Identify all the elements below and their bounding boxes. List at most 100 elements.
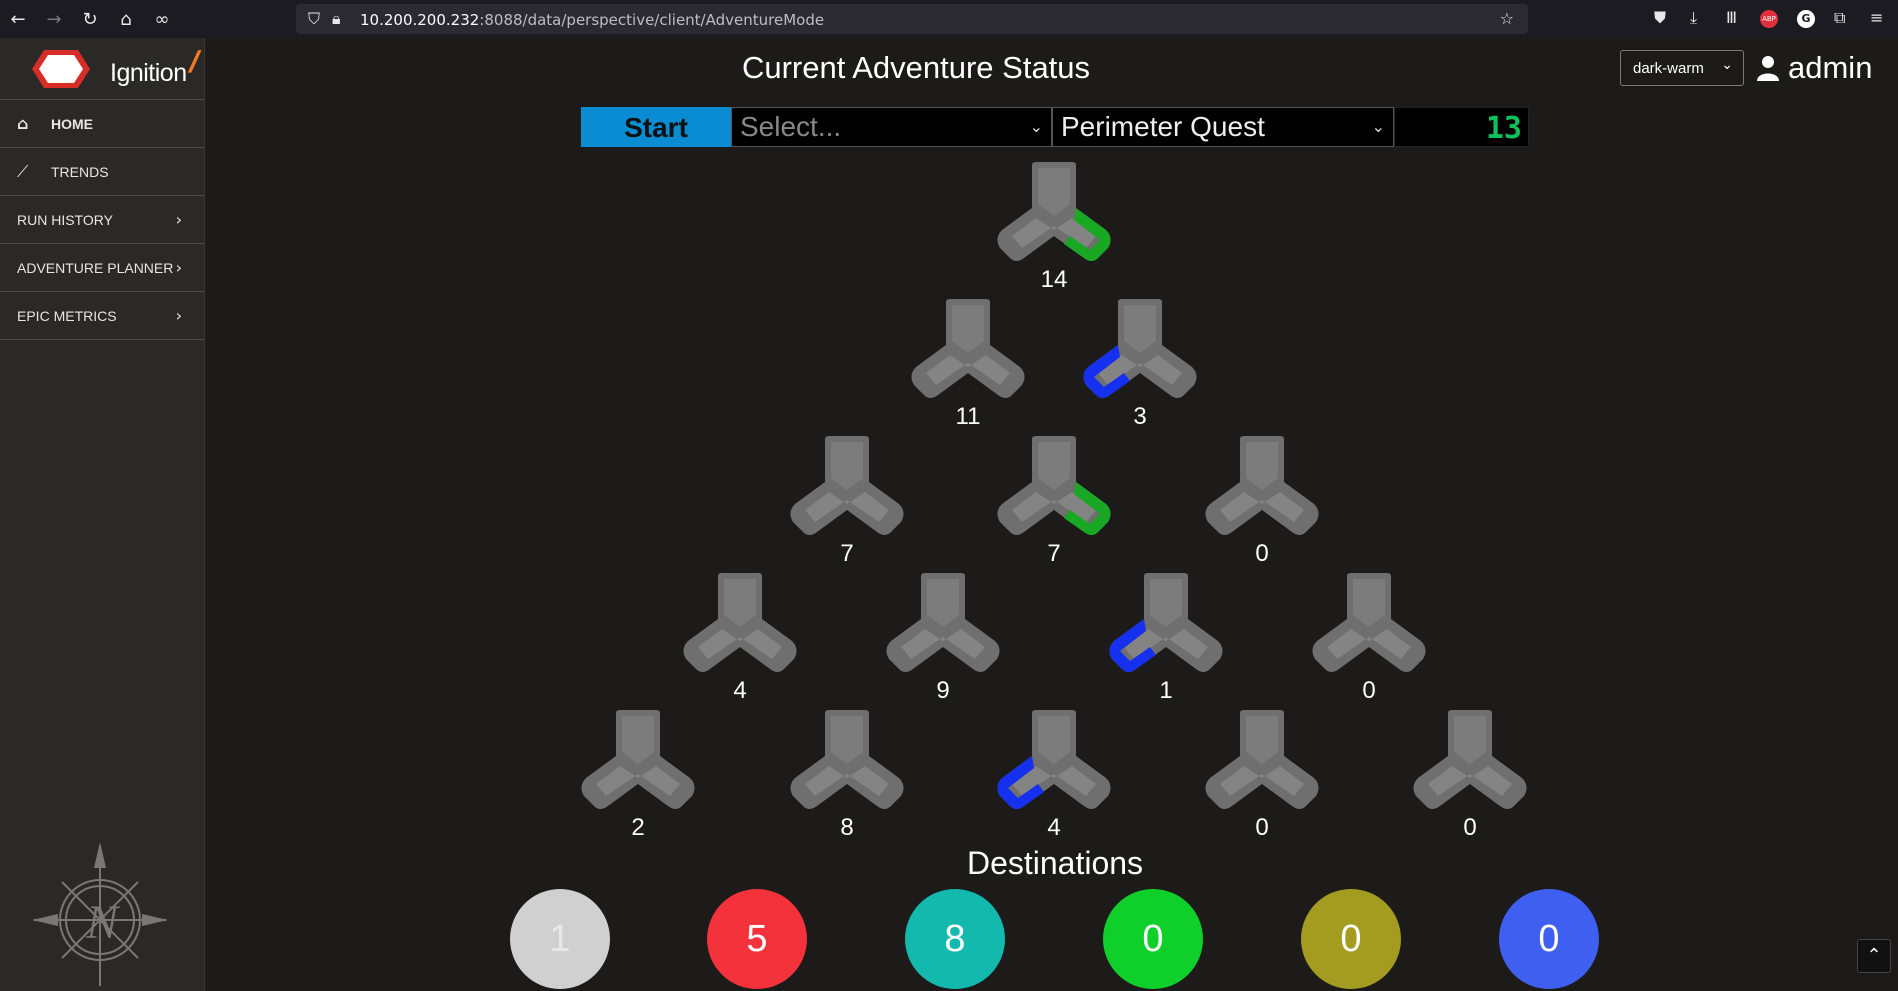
pocket-icon[interactable]: ⛊ <box>1654 8 1666 28</box>
splitter-node[interactable]: 11 <box>908 297 1028 430</box>
splitter-node[interactable]: 0 <box>1202 708 1322 841</box>
destination-circle: 0 <box>1301 889 1401 989</box>
sidebar-item-label: ADVENTURE PLANNER <box>17 259 174 276</box>
splitter-icon <box>997 710 1111 809</box>
splitter-node[interactable]: 14 <box>994 160 1114 293</box>
svg-text:N: N <box>85 896 121 949</box>
sidebar-item-label: RUN HISTORY <box>17 211 113 228</box>
bookmark-star-icon[interactable]: ☆ <box>1500 9 1514 28</box>
back-icon[interactable]: ← <box>0 0 36 38</box>
splitter-node[interactable]: 0 <box>1202 434 1322 567</box>
shield-icon[interactable]: ⛉ <box>308 9 320 29</box>
splitter-node[interactable]: 4 <box>994 708 1114 841</box>
sidebar-item-home[interactable]: ⌂ HOME <box>0 100 204 148</box>
node-count: 7 <box>840 540 854 567</box>
destinations-title: Destinations <box>966 845 1144 881</box>
sidebar-item-label: EPIC METRICS <box>17 307 117 324</box>
forward-icon[interactable]: → <box>36 0 72 38</box>
splitter-node[interactable]: 7 <box>787 434 907 567</box>
node-count: 3 <box>1133 403 1147 430</box>
splitter-icon <box>790 710 904 809</box>
splitter-node[interactable]: 4 <box>680 571 800 704</box>
splitter-icon <box>1205 436 1319 535</box>
splitter-icon <box>581 710 695 809</box>
node-count: 2 <box>631 814 645 841</box>
splitter-icon <box>1109 573 1223 672</box>
user-name[interactable]: admin <box>1788 50 1872 86</box>
chevron-down-icon: ⌄ <box>1371 117 1385 136</box>
lock-icon: 🔒︎ <box>332 9 341 28</box>
destination-circle: 8 <box>905 889 1005 989</box>
chevron-down-icon: ⌄ <box>1029 117 1043 136</box>
splitter-node[interactable]: 0 <box>1309 571 1429 704</box>
sidebar-item-label: TRENDS <box>51 163 109 180</box>
splitter-icon <box>886 573 1000 672</box>
splitter-node[interactable]: 8 <box>787 708 907 841</box>
sidebar-item-run-history[interactable]: RUN HISTORY › <box>0 196 204 244</box>
quest-select[interactable]: Perimeter Quest ⌄ <box>1052 107 1394 147</box>
quest-select-value: Perimeter Quest <box>1061 111 1265 142</box>
splitter-node[interactable]: 3 <box>1080 297 1200 430</box>
node-count: 0 <box>1362 677 1376 704</box>
ignition-logo-text: Ignition <box>110 59 187 87</box>
compass-icon: N <box>32 842 168 986</box>
splitter-node[interactable]: 7 <box>994 434 1114 567</box>
splitter-node[interactable]: 1 <box>1106 571 1226 704</box>
theme-select[interactable]: dark-warm ⌄ <box>1620 50 1744 86</box>
node-count: 4 <box>733 677 747 704</box>
reload-icon[interactable]: ↻ <box>72 0 108 38</box>
node-count: 7 <box>1047 540 1061 567</box>
download-icon[interactable]: ⤓ <box>1690 8 1697 28</box>
splitter-icon <box>997 436 1111 535</box>
destination-circle: 0 <box>1103 889 1203 989</box>
url-bar[interactable]: ⛉ 🔒︎ 10.200.200.232:8088/data/perspectiv… <box>296 4 1528 34</box>
node-count: 0 <box>1255 540 1269 567</box>
menu-icon[interactable]: ≡ <box>1870 8 1883 27</box>
splitter-icon <box>1413 710 1527 809</box>
adventure-select[interactable]: Select... ⌄ <box>731 107 1052 147</box>
infinity-icon[interactable]: ∞ <box>144 0 180 38</box>
splitter-icon <box>997 162 1111 261</box>
lcd-value: 13 <box>1485 111 1522 146</box>
grammarly-icon[interactable]: G <box>1797 10 1815 28</box>
destination-circle: 1 <box>510 889 610 989</box>
page-title: Current Adventure Status <box>741 50 1091 85</box>
splitter-node[interactable]: 0 <box>1410 708 1530 841</box>
sidebar-item-epic-metrics[interactable]: EPIC METRICS › <box>0 292 204 340</box>
sidebar: Ignition / ⌂ HOME ⟋ TRENDS RUN HISTORY ›… <box>0 38 205 991</box>
splitter-node[interactable]: 2 <box>578 708 698 841</box>
corso-logo <box>32 50 90 88</box>
url-text: 10.200.200.232:8088/data/perspective/cli… <box>360 11 824 29</box>
start-button[interactable]: Start <box>581 107 731 147</box>
url-path: :8088/data/perspective/client/AdventureM… <box>479 11 825 29</box>
sidebar-item-adventure-planner[interactable]: ADVENTURE PLANNER › <box>0 244 204 292</box>
node-count: 8 <box>840 814 854 841</box>
sidebar-item-label: HOME <box>51 115 93 132</box>
scroll-top-button[interactable]: ⌃ <box>1857 939 1891 973</box>
node-count: 14 <box>1040 266 1068 293</box>
adventure-select-placeholder: Select... <box>740 111 842 142</box>
destination-circle: 0 <box>1499 889 1599 989</box>
splitter-icon <box>683 573 797 672</box>
home-browser-icon[interactable]: ⌂ <box>108 0 144 38</box>
lcd-display: 13 <box>1394 107 1529 147</box>
splitter-icon <box>1312 573 1426 672</box>
user-icon <box>1757 56 1779 81</box>
node-count: 4 <box>1047 814 1061 841</box>
logo-area: Ignition / <box>0 38 204 100</box>
ignition-logo-mark: / <box>185 46 203 79</box>
sidebar-item-trends[interactable]: ⟋ TRENDS <box>0 148 204 196</box>
theme-select-value: dark-warm <box>1633 60 1704 77</box>
adblock-icon[interactable]: ABP <box>1760 10 1778 28</box>
home-icon: ⌂ <box>17 114 29 133</box>
node-count: 0 <box>1255 814 1269 841</box>
chevron-right-icon: › <box>175 306 182 325</box>
splitter-node[interactable]: 9 <box>883 571 1003 704</box>
extensions-icon[interactable]: ⧉ <box>1834 8 1845 28</box>
node-count: 1 <box>1159 677 1173 704</box>
node-count: 9 <box>936 677 950 704</box>
library-icon[interactable]: Ⅲ <box>1726 8 1737 27</box>
node-count: 11 <box>955 403 981 430</box>
adventure-controls: Start Select... ⌄ Perimeter Quest ⌄ 13 <box>581 107 1529 147</box>
chevron-right-icon: › <box>175 258 182 277</box>
